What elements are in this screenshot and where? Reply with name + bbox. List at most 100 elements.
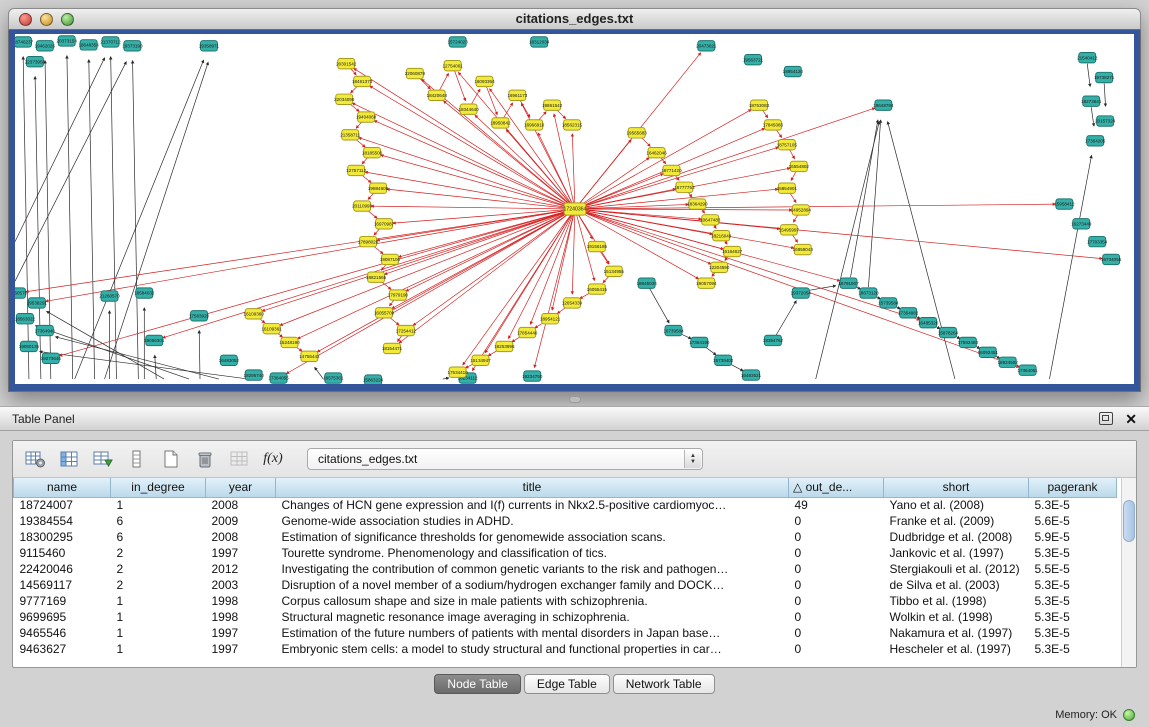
- table-row[interactable]: 969969511998Structural magnetic resonanc…: [14, 609, 1117, 625]
- table-mode-button[interactable]: [21, 445, 49, 473]
- table-cell: 2008: [206, 497, 276, 513]
- svg-text:18295740: 18295740: [244, 373, 265, 378]
- import-table-button[interactable]: [89, 445, 117, 473]
- svg-text:18821565: 18821565: [366, 275, 387, 280]
- tab-edge-table[interactable]: Edge Table: [524, 674, 610, 694]
- svg-text:17703354: 17703354: [1087, 239, 1108, 244]
- new-table-button[interactable]: [157, 445, 185, 473]
- function-builder-button[interactable]: f(x): [259, 445, 287, 473]
- table-cell: 0: [789, 513, 884, 529]
- table-cell: 22420046: [14, 561, 111, 577]
- column-header-in_degree[interactable]: in_degree: [111, 478, 206, 497]
- new-column-button[interactable]: [123, 445, 151, 473]
- table-row[interactable]: 1872400712008Changes of HCN gene express…: [14, 497, 1117, 513]
- column-header-title[interactable]: title: [276, 478, 789, 497]
- disabled-table-button[interactable]: [225, 445, 253, 473]
- table-cell: Disruption of a novel member of a sodium…: [276, 577, 789, 593]
- network-window: citations_edges.txt 18746237194620262037…: [8, 8, 1141, 392]
- table-cell: 0: [789, 641, 884, 657]
- svg-text:19563721: 19563721: [743, 57, 764, 62]
- float-panel-icon[interactable]: [1099, 412, 1113, 425]
- tab-node-table[interactable]: Node Table: [434, 674, 521, 694]
- svg-text:16970987: 16970987: [374, 222, 395, 227]
- delete-table-button[interactable]: [191, 445, 219, 473]
- svg-text:22060878: 22060878: [405, 71, 426, 76]
- zoom-window-button[interactable]: [61, 13, 74, 26]
- table-row[interactable]: 946554611997Estimation of the future num…: [14, 625, 1117, 641]
- svg-text:15495997: 15495997: [779, 227, 800, 232]
- table-row[interactable]: 1456911722003Disruption of a novel membe…: [14, 577, 1117, 593]
- svg-text:14952894: 14952894: [791, 208, 812, 213]
- combo-stepper-icon: ▲▼: [684, 450, 701, 468]
- table-cell: Yano et al. (2008): [884, 497, 1029, 513]
- table-cell: 1: [111, 641, 206, 657]
- svg-text:20157324: 20157324: [1095, 119, 1116, 124]
- table-scrollbar[interactable]: [1121, 478, 1136, 667]
- table-cell: 9777169: [14, 593, 111, 609]
- svg-text:15724023: 15724023: [447, 40, 468, 45]
- table-browser: f(x) citations_edges.txt ▲▼ namein_degre…: [12, 440, 1137, 668]
- svg-text:19050135: 19050135: [19, 344, 40, 349]
- svg-text:17845083: 17845083: [763, 123, 784, 128]
- svg-text:16055415: 16055415: [587, 287, 608, 292]
- show-columns-button[interactable]: [55, 445, 83, 473]
- table-cell: Genome-wide association studies in ADHD.: [276, 513, 789, 529]
- svg-text:18563022: 18563022: [15, 316, 36, 321]
- table-cell: 1: [111, 609, 206, 625]
- svg-text:20373154: 20373154: [57, 39, 78, 44]
- table-cell: Wolkin et al. (1998): [884, 609, 1029, 625]
- svg-text:19884608: 19884608: [368, 186, 389, 191]
- memory-ok-indicator-icon: [1123, 709, 1135, 721]
- column-header-out_de[interactable]: △ out_de...: [789, 478, 884, 497]
- table-row[interactable]: 946362711997Embryonic stem cells: a mode…: [14, 641, 1117, 657]
- svg-text:22373956: 22373956: [25, 59, 46, 64]
- function-icon: f(x): [263, 451, 282, 467]
- svg-text:15134947: 15134947: [470, 358, 491, 363]
- svg-text:15854901: 15854901: [777, 186, 798, 191]
- close-panel-icon[interactable]: ✕: [1125, 410, 1137, 428]
- table-row[interactable]: 1938455462009Genome-wide association stu…: [14, 513, 1117, 529]
- svg-text:19861542: 19861542: [542, 103, 563, 108]
- table-cell: 18300295: [14, 529, 111, 545]
- svg-text:12754061: 12754061: [443, 63, 464, 68]
- svg-text:22034096: 22034096: [334, 97, 355, 102]
- table-cell: 49: [789, 497, 884, 513]
- svg-text:18420648: 18420648: [427, 93, 448, 98]
- table-cell: 0: [789, 625, 884, 641]
- table-cell: 2009: [206, 513, 276, 529]
- scrollbar-thumb[interactable]: [1123, 500, 1135, 542]
- svg-text:18746237: 18746237: [15, 40, 34, 45]
- svg-text:21370712: 21370712: [100, 40, 121, 45]
- column-header-name[interactable]: name: [14, 478, 111, 497]
- table-row[interactable]: 2242004622012Investigating the contribut…: [14, 561, 1117, 577]
- tab-network-table[interactable]: Network Table: [613, 674, 715, 694]
- svg-text:15739402: 15739402: [713, 358, 734, 363]
- table-row[interactable]: 1830029562008Estimation of significance …: [14, 529, 1117, 545]
- minimize-window-button[interactable]: [40, 13, 53, 26]
- table-selector-value: citations_edges.txt: [318, 452, 417, 466]
- network-canvas[interactable]: 1874623719462026203731541864835421370712…: [15, 34, 1134, 384]
- close-window-button[interactable]: [19, 13, 32, 26]
- citation-network-graph[interactable]: 1874623719462026203731541864835421370712…: [15, 34, 1134, 384]
- table-cell: Jankovic et al. (1997): [884, 545, 1029, 561]
- window-titlebar[interactable]: citations_edges.txt: [8, 8, 1141, 30]
- svg-text:18753083: 18753083: [749, 103, 770, 108]
- table-cell: 9699695: [14, 609, 111, 625]
- svg-text:16109361: 16109361: [261, 326, 282, 331]
- table-row[interactable]: 977716911998Corpus callosum shape and si…: [14, 593, 1117, 609]
- table-row[interactable]: 911546021997Tourette syndrome. Phenomeno…: [14, 545, 1117, 561]
- new-file-icon: [162, 449, 180, 469]
- svg-text:16462046: 16462046: [646, 150, 667, 155]
- svg-text:17240364: 17240364: [564, 207, 587, 213]
- column-header-pagerank[interactable]: pagerank: [1029, 478, 1117, 497]
- table-selector-dropdown[interactable]: citations_edges.txt ▲▼: [307, 448, 703, 470]
- table-panel-title: Table Panel: [12, 412, 75, 426]
- table-cell: Tourette syndrome. Phenomenology and cla…: [276, 545, 789, 561]
- column-header-year[interactable]: year: [206, 478, 276, 497]
- splitter-grip[interactable]: [569, 396, 581, 403]
- svg-text:18584032: 18584032: [134, 291, 155, 296]
- table-cell: 14569117: [14, 577, 111, 593]
- svg-text:18673120: 18673120: [858, 291, 879, 296]
- column-header-short[interactable]: short: [884, 478, 1029, 497]
- table-cell: 1997: [206, 625, 276, 641]
